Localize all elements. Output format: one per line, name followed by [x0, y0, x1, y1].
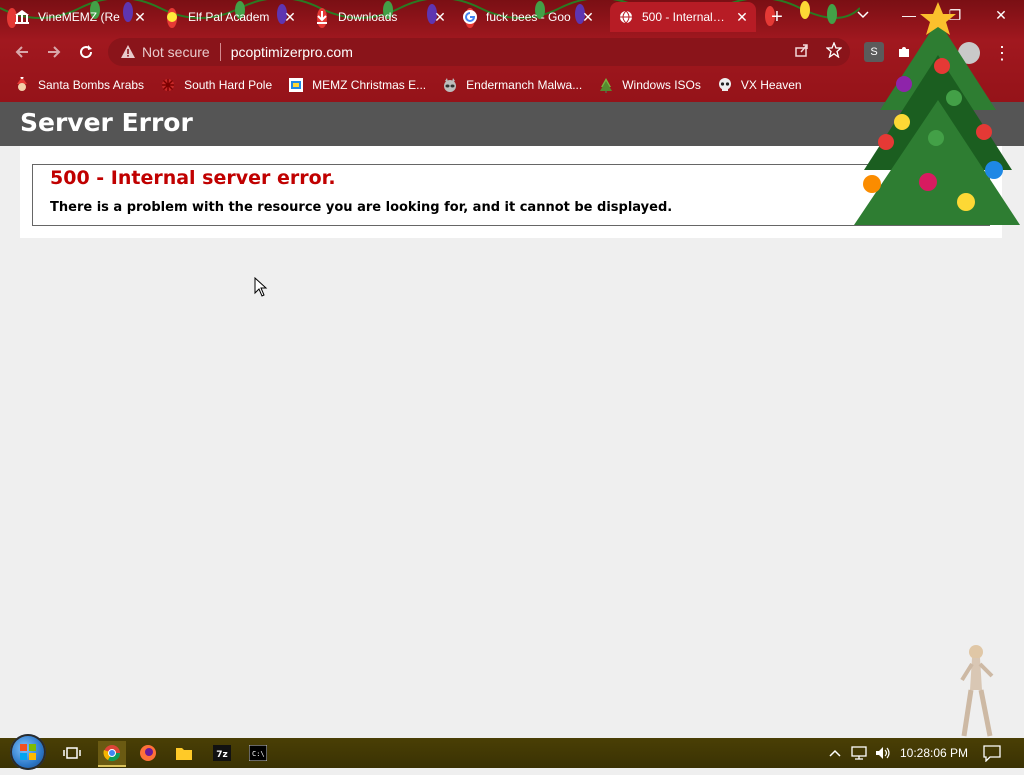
bookmark-label: Windows ISOs	[622, 78, 701, 92]
close-icon[interactable]: ✕	[432, 9, 448, 25]
bookmark-label: Santa Bombs Arabs	[38, 78, 145, 92]
omnibox-divider	[219, 43, 221, 61]
7zip-icon: 7z	[213, 745, 231, 761]
bookmark-memz-christmas[interactable]: MEMZ Christmas E...	[288, 77, 426, 93]
taskbar-file-explorer[interactable]	[170, 741, 198, 765]
windows-logo-icon	[20, 744, 36, 760]
skull-icon	[717, 77, 733, 93]
svg-text:7z: 7z	[216, 750, 228, 760]
chevron-up-icon	[829, 749, 841, 757]
forward-button[interactable]	[42, 40, 66, 64]
candy-icon	[164, 9, 180, 25]
close-icon[interactable]: ✕	[734, 9, 750, 25]
taskbar-firefox[interactable]	[134, 741, 162, 765]
bookmark-label: Endermanch Malwa...	[466, 78, 583, 92]
bookmark-endermanch-malware[interactable]: Endermanch Malwa...	[442, 77, 582, 93]
tab-elf-pal[interactable]: Elf Pal Academ ✕	[164, 2, 304, 32]
globe-icon	[618, 9, 634, 25]
bookmark-label: MEMZ Christmas E...	[312, 78, 427, 92]
task-view-button[interactable]	[58, 741, 86, 765]
back-button[interactable]	[10, 40, 34, 64]
tab-title: 500 - Internal se	[642, 10, 728, 24]
firefox-icon	[140, 745, 156, 761]
url-text[interactable]: pcoptimizerpro.com	[231, 44, 353, 60]
tab-downloads[interactable]: Downloads ✕	[314, 2, 454, 32]
tab-title: Downloads	[338, 10, 398, 24]
close-icon[interactable]: ✕	[282, 9, 298, 25]
tab-title: Elf Pal Academ	[188, 10, 270, 24]
arrow-right-icon	[48, 46, 61, 58]
task-view-icon	[63, 747, 81, 759]
tab-vinememz[interactable]: VineMEMZ (Re ✕	[14, 2, 154, 32]
taskbar-command-prompt[interactable]: C:\	[244, 741, 272, 765]
taskbar-7zip[interactable]: 7z	[208, 741, 236, 765]
reload-button[interactable]	[74, 40, 98, 64]
tab-title: VineMEMZ (Re	[38, 10, 120, 24]
folder-icon	[176, 748, 192, 760]
christmas-tree-overlay	[854, 2, 1020, 225]
bank-icon	[14, 9, 30, 25]
reload-icon	[80, 45, 93, 59]
address-bar[interactable]: Not secure pcoptimizerpro.com	[108, 38, 850, 66]
close-icon[interactable]: ✕	[132, 9, 148, 25]
page-title: Server Error	[20, 108, 193, 137]
taskbar: 7z C:\ 10:28:06 PM	[0, 734, 1024, 770]
bookmark-windows-isos[interactable]: Windows ISOs	[598, 77, 701, 93]
start-button[interactable]	[10, 734, 46, 770]
bookmark-south-hard-pole[interactable]: South Hard Pole	[160, 77, 272, 93]
bookmark-santa-bombs[interactable]: Santa Bombs Arabs	[14, 77, 144, 93]
santa-icon	[14, 77, 30, 93]
error-message: There is a problem with the resource you…	[50, 200, 673, 215]
cmd-icon: C:\	[249, 745, 267, 761]
taskbar-clock[interactable]: 10:28:06 PM	[900, 746, 968, 760]
taskbar-chrome[interactable]	[98, 741, 126, 767]
arrow-left-icon	[15, 46, 28, 58]
google-icon	[462, 9, 478, 25]
raccoon-icon	[442, 77, 458, 93]
tab-google-search[interactable]: fuck bees - Goo ✕	[462, 2, 602, 32]
bookmark-star-icon[interactable]	[824, 40, 844, 60]
snowflake-icon	[160, 77, 176, 93]
security-status[interactable]: Not secure	[142, 44, 210, 60]
chrome-icon	[103, 745, 121, 762]
action-center-icon[interactable]	[983, 744, 1001, 762]
share-icon[interactable]	[792, 40, 812, 60]
dancing-figure-overlay	[960, 645, 994, 737]
bookmark-vx-heaven[interactable]: VX Heaven	[717, 77, 802, 93]
memz-icon	[288, 77, 304, 93]
svg-text:C:\: C:\	[252, 750, 265, 758]
tab-title: fuck bees - Goo	[486, 10, 571, 24]
error-title: 500 - Internal server error.	[50, 167, 336, 189]
tab-500-error[interactable]: 500 - Internal se ✕	[610, 2, 756, 32]
mouse-cursor-icon	[254, 277, 268, 297]
tree-icon	[598, 77, 614, 93]
close-icon[interactable]: ✕	[580, 9, 596, 25]
warning-icon[interactable]	[120, 44, 136, 60]
download-icon	[314, 9, 330, 25]
new-tab-button[interactable]: +	[766, 6, 788, 28]
volume-icon[interactable]	[874, 743, 892, 763]
network-icon[interactable]	[850, 743, 868, 763]
bookmark-label: South Hard Pole	[184, 78, 273, 92]
bookmark-label: VX Heaven	[740, 78, 802, 92]
show-hidden-icons-button[interactable]	[826, 743, 844, 763]
